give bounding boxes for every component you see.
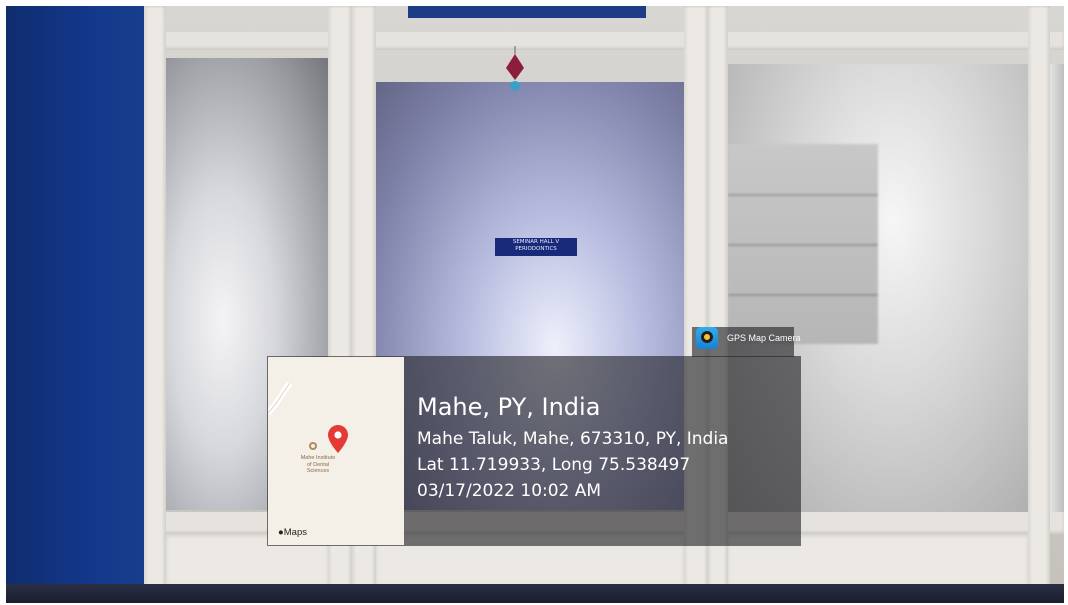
top-blue-sign [408,6,646,18]
door-sign: SEMINAR HALL V PERIODONTICS [495,238,577,256]
hanging-ornament [506,46,524,91]
gps-map-camera-icon [696,327,718,349]
frosted-glass-far-right [1050,64,1064,512]
box-edge [728,244,878,246]
door-sign-line2: PERIODONTICS [515,246,557,252]
frame-pillar [1028,6,1050,603]
floor [6,584,1064,603]
top-rail [144,32,1064,50]
location-title: Mahe, PY, India [417,393,601,421]
location-coordinates: Lat 11.719933, Long 75.538497 [417,455,691,475]
blue-wall [6,6,152,603]
stacked-boxes [728,144,878,344]
location-address: Mahe Taluk, Mahe, 673310, PY, India [417,429,729,449]
app-name: GPS Map Camera [727,333,801,343]
lens-icon [701,331,713,343]
location-pin-icon [328,425,348,453]
location-datetime: 03/17/2022 10:02 AM [417,481,602,501]
maps-brand: ●Maps [278,527,307,538]
poi-icon [309,442,317,450]
door-sign-line1: SEMINAR HALL V [512,239,560,245]
box-edge [728,194,878,196]
frame-pillar [144,6,166,603]
map-thumbnail: Mahe Institute of Dental Sciences ●Maps [268,357,404,545]
box-edge [728,294,878,296]
map-place-label: Mahe Institute of Dental Sciences [292,455,344,475]
maps-brand-text: Maps [283,527,307,538]
map-place-label-line3: Sciences [306,468,330,474]
